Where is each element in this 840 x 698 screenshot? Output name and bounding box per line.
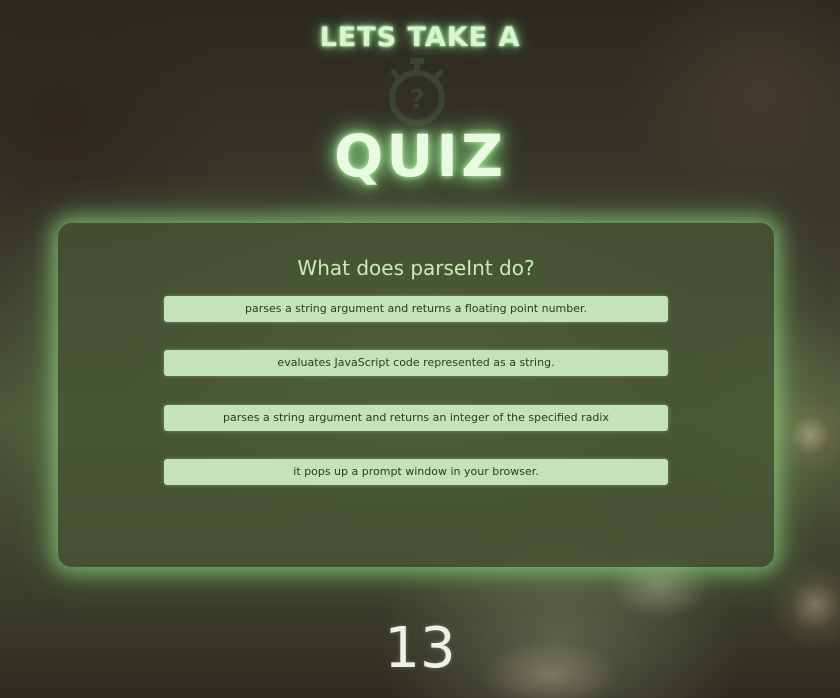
title-lets-take-a: LETS TAKE A xyxy=(319,22,521,53)
svg-text:?: ? xyxy=(409,85,424,115)
background-flower xyxy=(770,395,840,475)
stopwatch-question-icon: ? xyxy=(385,56,449,128)
quiz-card: What does parseInt do? parses a string a… xyxy=(58,223,774,567)
title-quiz: QUIZ xyxy=(333,122,507,190)
question-text: What does parseInt do? xyxy=(297,256,535,280)
answer-button[interactable]: evaluates JavaScript code represented as… xyxy=(164,350,668,376)
answer-button[interactable]: parses a string argument and returns a f… xyxy=(164,296,668,322)
countdown-timer: 13 xyxy=(384,616,456,681)
answer-button[interactable]: it pops up a prompt window in your brows… xyxy=(164,459,668,485)
answer-button[interactable]: parses a string argument and returns an … xyxy=(164,405,668,431)
